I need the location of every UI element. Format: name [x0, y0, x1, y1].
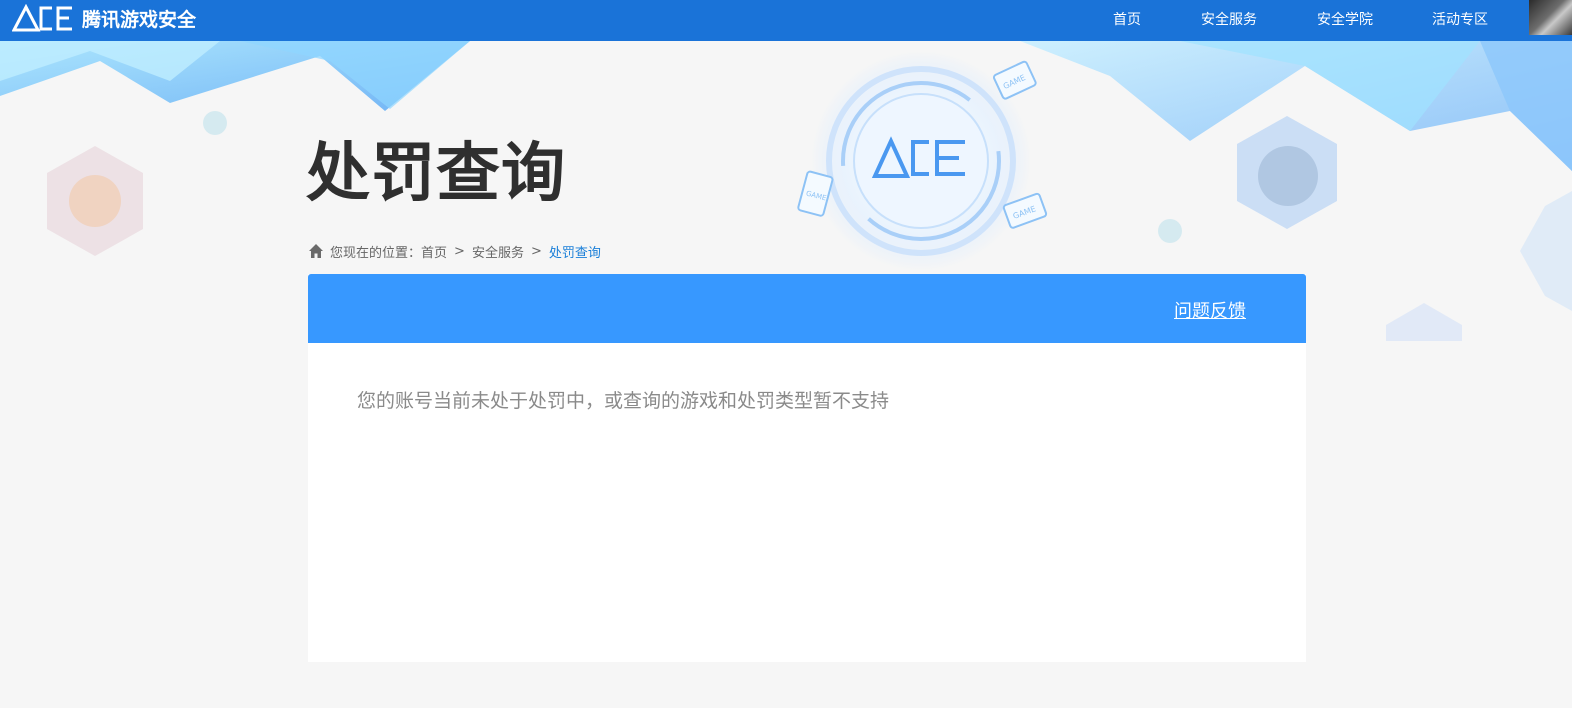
top-nav-bar: 腾讯游戏安全 首页 安全服务 安全学院 活动专区 — [0, 0, 1572, 41]
nav-item-home[interactable]: 首页 — [1113, 9, 1141, 29]
site-logo[interactable]: 腾讯游戏安全 — [12, 3, 196, 33]
nav-item-security-services[interactable]: 安全服务 — [1201, 9, 1257, 29]
breadcrumb-separator: > — [530, 243, 542, 259]
nav-item-security-academy[interactable]: 安全学院 — [1317, 9, 1373, 29]
ace-logo-icon — [12, 4, 72, 32]
page-title: 处罚查询 — [306, 137, 566, 211]
breadcrumb-item-security-services[interactable]: 安全服务 — [472, 242, 524, 261]
user-avatar[interactable] — [1529, 0, 1572, 35]
breadcrumb: 您现在的位置： 首页 > 安全服务 > 处罚查询 — [308, 242, 601, 261]
breadcrumb-prefix: 您现在的位置： — [330, 245, 422, 261]
breadcrumb-separator: > — [454, 243, 465, 259]
logo-title: 腾讯游戏安全 — [82, 8, 197, 31]
breadcrumb-item-current: 处罚查询 — [548, 245, 601, 261]
result-card: 问题反馈 您的账号当前未处于处罚中，或查询的游戏和处罚类型暂不支持 — [308, 274, 1306, 662]
nav-item-events[interactable]: 活动专区 — [1432, 9, 1488, 29]
breadcrumb-item-home[interactable]: 首页 — [421, 242, 447, 261]
result-message: 您的账号当前未处于处罚中，或查询的游戏和处罚类型暂不支持 — [357, 390, 890, 412]
feedback-link[interactable]: 问题反馈 — [1174, 297, 1246, 323]
home-icon — [309, 244, 323, 258]
card-header: 问题反馈 — [308, 274, 1306, 343]
